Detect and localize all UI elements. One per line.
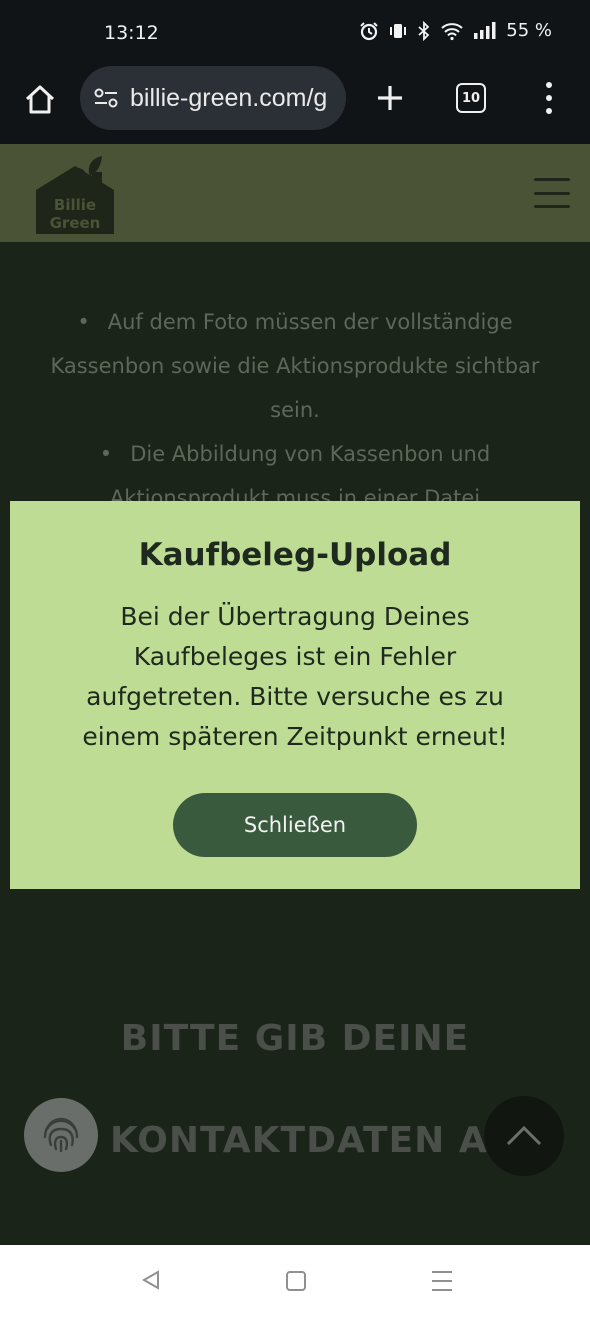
recents-icon[interactable] bbox=[432, 1271, 452, 1291]
more-vert-icon[interactable] bbox=[534, 80, 564, 116]
logo-text-2: Green bbox=[50, 214, 101, 232]
battery-percentage: 55 % bbox=[506, 20, 552, 41]
list-item: • Auf dem Foto müssen der vollständige Ka… bbox=[50, 310, 540, 422]
plus-icon bbox=[378, 86, 402, 110]
back-icon[interactable] bbox=[140, 1269, 162, 1291]
tab-switcher-button[interactable]: 10 bbox=[456, 83, 486, 113]
home-nav-icon[interactable] bbox=[286, 1271, 306, 1291]
address-bar[interactable]: billie-green.com/g bbox=[80, 66, 346, 130]
url-text[interactable]: billie-green.com/g bbox=[130, 84, 336, 113]
wifi-icon bbox=[441, 22, 463, 40]
browser-toolbar: billie-green.com/g 10 bbox=[0, 66, 590, 144]
home-icon bbox=[25, 85, 55, 114]
chevron-up-icon bbox=[506, 1125, 542, 1146]
system-navigation-bar bbox=[0, 1245, 590, 1318]
upload-error-modal: Kaufbeleg-Upload Bei der Übertragung Dei… bbox=[10, 501, 580, 889]
vibrate-icon bbox=[390, 23, 407, 38]
fingerprint-icon bbox=[43, 1117, 79, 1153]
fingerprint-button[interactable] bbox=[24, 1098, 98, 1172]
home-button[interactable] bbox=[20, 80, 60, 120]
billie-green-logo[interactable]: Billie Green bbox=[30, 150, 120, 238]
contact-heading-line-1: BITTE GIB DEINE bbox=[120, 1018, 470, 1059]
modal-message: Bei der Übertragung Deines Kaufbeleges i… bbox=[82, 602, 508, 751]
status-icons: 55 % bbox=[359, 20, 552, 41]
contact-heading-line-2: KONTAKTDATEN AN bbox=[110, 1120, 519, 1161]
close-button[interactable]: Schließen bbox=[173, 793, 417, 857]
bluetooth-icon bbox=[418, 20, 430, 41]
site-header: Billie Green bbox=[0, 144, 590, 242]
scroll-to-top-button[interactable] bbox=[484, 1096, 564, 1176]
logo-text-1: Billie bbox=[54, 196, 96, 214]
alarm-icon bbox=[360, 21, 378, 40]
new-tab-button[interactable] bbox=[372, 80, 408, 116]
status-time: 13:12 bbox=[104, 22, 159, 44]
signal-icon bbox=[474, 21, 496, 39]
hamburger-menu-icon[interactable] bbox=[534, 178, 570, 208]
site-settings-icon[interactable] bbox=[92, 84, 120, 112]
modal-title: Kaufbeleg-Upload bbox=[138, 537, 452, 573]
status-bar: 13:12 55 % bbox=[0, 0, 590, 66]
